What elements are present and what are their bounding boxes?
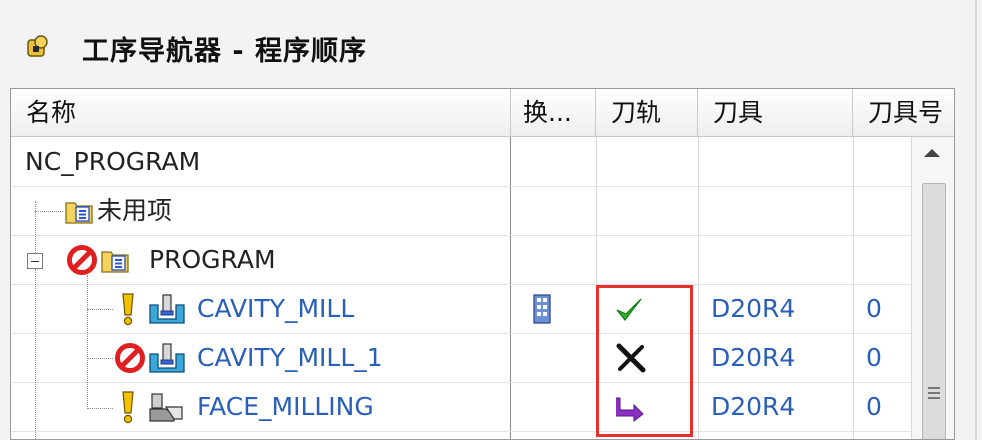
cavity-mill-icon	[149, 343, 185, 373]
tree-row[interactable]: NC_PROGRAM	[11, 137, 911, 186]
row-name: PROGRAM	[149, 245, 276, 274]
tree-row[interactable]: FACE_MILLING D20R4 0	[11, 382, 911, 431]
tree-row[interactable]: CAVITY_MILL_1 D20R4 0	[11, 333, 911, 382]
panel-title: 工序导航器 - 程序顺序	[82, 36, 368, 67]
column-header-tool-change[interactable]: 换...	[511, 89, 596, 137]
column-header-tool-number[interactable]: 刀具号	[853, 89, 954, 137]
navigator-icon	[27, 35, 48, 57]
panel-edge	[975, 0, 977, 440]
tool-number-value: 0	[866, 392, 882, 421]
toolpath-highlight-box	[596, 285, 693, 437]
tool-number-value: 0	[866, 294, 882, 323]
row-name: FACE_MILLING	[197, 392, 374, 421]
row-name: CAVITY_MILL	[197, 294, 355, 323]
column-header-toolpath[interactable]: 刀轨	[596, 89, 698, 137]
scrollbar-thumb[interactable]	[922, 183, 946, 439]
tool-number-value: 0	[866, 343, 882, 372]
face-milling-icon	[149, 393, 183, 422]
cavity-mill-icon	[149, 294, 185, 324]
tool-value: D20R4	[711, 343, 796, 372]
panel-title-bar: 工序导航器 - 程序顺序	[0, 0, 975, 88]
tree-row[interactable]: PROGRAM	[11, 235, 911, 284]
tool-value: D20R4	[711, 294, 796, 323]
warning-exclamation-icon	[122, 293, 134, 326]
operation-tree-grid[interactable]: 名称 换... 刀轨 刀具 刀具号 NC_PROGRAM 未用项 PROGRAM…	[10, 88, 955, 440]
tool-value: D20R4	[711, 392, 796, 421]
row-name: CAVITY_MILL_1	[197, 343, 383, 372]
thumb-grip	[928, 397, 940, 399]
vertical-scrollbar[interactable]	[911, 137, 954, 439]
scroll-up-arrow-icon[interactable]	[924, 149, 940, 157]
row-name: 未用项	[97, 196, 173, 225]
row-name: NC_PROGRAM	[25, 147, 201, 176]
warning-exclamation-icon	[122, 391, 134, 424]
prohibited-icon	[67, 245, 97, 275]
folder-group-icon	[65, 202, 93, 224]
column-header-name[interactable]: 名称	[11, 89, 511, 137]
prohibited-icon	[115, 343, 145, 373]
tool-change-icon	[533, 294, 551, 324]
thumb-grip	[928, 387, 940, 389]
thumb-grip	[928, 392, 940, 394]
column-header-tool[interactable]: 刀具	[698, 89, 853, 137]
row-divider	[11, 431, 911, 432]
operation-navigator-panel: 工序导航器 - 程序顺序 名称 换... 刀轨 刀具 刀具号 NC_PROGRA…	[0, 0, 982, 440]
tree-row[interactable]: CAVITY_MILL D20R4 0	[11, 284, 911, 333]
tree-row[interactable]: 未用项	[11, 186, 911, 235]
folder-group-icon	[101, 251, 129, 273]
